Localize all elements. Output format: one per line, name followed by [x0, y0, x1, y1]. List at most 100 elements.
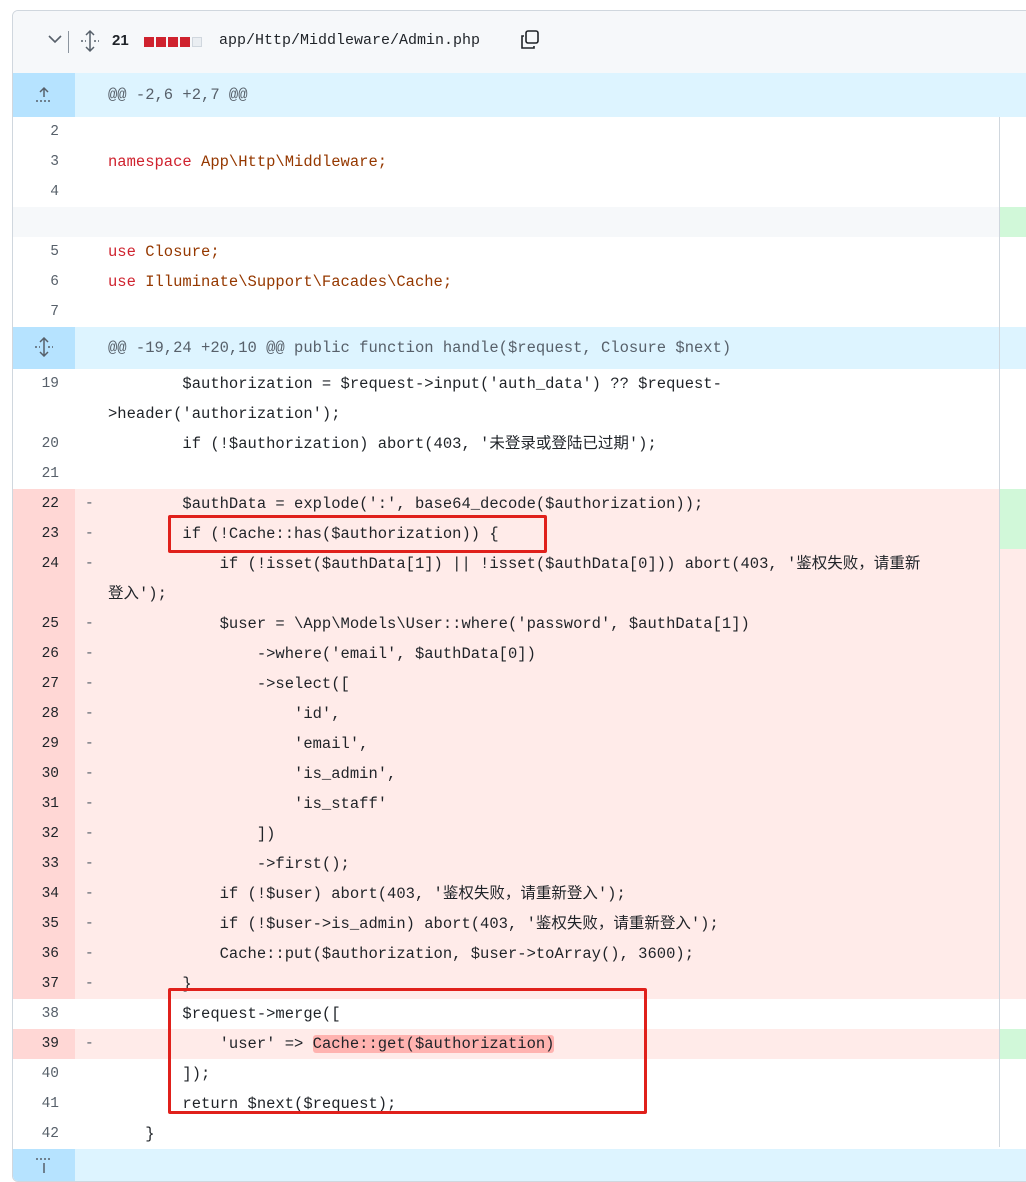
code-text: ->select([ — [108, 675, 350, 693]
hunk-header: @@ -19,24 +20,10 @@ public function hand… — [13, 327, 1026, 369]
line-number[interactable]: 24 — [13, 549, 75, 609]
deleted-line: 32 - ]) — [13, 819, 1026, 849]
deleted-line: 29 - 'email', — [13, 729, 1026, 759]
diff-file-panel: 21 app/Http/Middleware/Admin.php @@ -2,6… — [12, 10, 1026, 1182]
code-line: 42 } — [13, 1119, 1026, 1149]
code-text: $authorization = $request->input('auth_d… — [108, 375, 722, 393]
line-number[interactable]: 42 — [13, 1119, 75, 1149]
deleted-line: 24 - if (!isset($authData[1]) || !isset(… — [13, 549, 1026, 609]
deletion-sign: - — [85, 706, 94, 722]
diffstat-deleted-block — [156, 37, 166, 47]
line-number[interactable]: 4 — [13, 177, 75, 207]
line-number[interactable]: 36 — [13, 939, 75, 969]
line-number[interactable]: 37 — [13, 969, 75, 999]
expand-down-icon[interactable] — [33, 1155, 55, 1175]
deletion-sign: - — [85, 766, 94, 782]
deleted-line: 27 - ->select([ — [13, 669, 1026, 699]
code-text: 'is_admin', — [108, 765, 397, 783]
line-number[interactable]: 6 — [13, 267, 75, 297]
line-number[interactable]: 5 — [13, 237, 75, 267]
annotation-box — [168, 988, 647, 1114]
line-number[interactable]: 19 — [13, 369, 75, 429]
code-text: 'id', — [108, 705, 341, 723]
code-keyword: use — [108, 273, 136, 291]
line-number[interactable]: 23 — [13, 519, 75, 549]
deleted-line: 26 - ->where('email', $authData[0]) — [13, 639, 1026, 669]
code-text-part: Illuminate\Support\Facades\Cache; — [135, 273, 453, 291]
blank-added-row — [13, 207, 1026, 237]
deleted-line: 36 - Cache::put($authorization, $user->t… — [13, 939, 1026, 969]
line-number[interactable]: 33 — [13, 849, 75, 879]
line-number[interactable]: 2 — [13, 117, 75, 147]
deletion-sign: - — [85, 796, 94, 812]
hunk-header-text: @@ -19,24 +20,10 @@ public function hand… — [108, 339, 732, 357]
line-number[interactable]: 40 — [13, 1059, 75, 1089]
code-keyword: use — [108, 243, 136, 261]
code-text: if (!$user->is_admin) abort(403, '鉴权失败，请… — [108, 915, 719, 933]
diffstat-deleted-block — [168, 37, 178, 47]
line-number[interactable]: 3 — [13, 147, 75, 177]
code-text-part: App\Http\Middleware; — [191, 153, 388, 171]
line-number[interactable]: 38 — [13, 999, 75, 1029]
code-line: 20 if (!$authorization) abort(403, '未登录或… — [13, 429, 1026, 459]
diffstat-neutral-block — [192, 37, 202, 47]
line-number[interactable]: 35 — [13, 909, 75, 939]
deletion-sign: - — [85, 916, 94, 932]
expand-up-icon[interactable] — [33, 85, 55, 105]
hunk-gutter[interactable] — [13, 327, 75, 369]
code-line: 2 — [13, 117, 1026, 147]
deleted-line: 34 - if (!$user) abort(403, '鉴权失败，请重新登入'… — [13, 879, 1026, 909]
code-text: if (!$user) abort(403, '鉴权失败，请重新登入'); — [108, 885, 626, 903]
line-number[interactable]: 41 — [13, 1089, 75, 1119]
code-text: Cache::put($authorization, $user->toArra… — [108, 945, 694, 963]
deleted-line: 33 - ->first(); — [13, 849, 1026, 879]
diffstat-deleted-block — [180, 37, 190, 47]
file-path-link[interactable]: app/Http/Middleware/Admin.php — [219, 32, 480, 49]
code-text-wrap: >header('authorization'); — [108, 405, 341, 423]
deleted-line: 30 - 'is_admin', — [13, 759, 1026, 789]
copy-icon[interactable] — [519, 29, 541, 51]
expand-all-icon[interactable] — [80, 29, 100, 53]
hunk-gutter[interactable] — [13, 1149, 75, 1181]
line-number[interactable]: 27 — [13, 669, 75, 699]
code-line: 6 use Illuminate\Support\Facades\Cache; — [13, 267, 1026, 297]
addition-cell — [1000, 1029, 1026, 1059]
code-text: } — [108, 1125, 155, 1143]
code-keyword: namespace — [108, 153, 192, 171]
deleted-line: 25 - $user = \App\Models\User::where('pa… — [13, 609, 1026, 639]
line-number[interactable]: 29 — [13, 729, 75, 759]
hunk-header-text: @@ -2,6 +2,7 @@ — [108, 86, 248, 104]
hunk-gutter[interactable] — [13, 73, 75, 117]
chevron-down-icon[interactable] — [47, 31, 63, 47]
header-divider — [68, 31, 69, 53]
line-number[interactable]: 28 — [13, 699, 75, 729]
line-number[interactable]: 20 — [13, 429, 75, 459]
line-number[interactable]: 25 — [13, 609, 75, 639]
code-text-wrap: 登入'); — [108, 585, 167, 603]
deletion-sign: - — [85, 646, 94, 662]
changes-count: 21 — [112, 32, 129, 49]
code-line: 21 — [13, 459, 1026, 489]
line-number[interactable]: 39 — [13, 1029, 75, 1059]
code-text: ->where('email', $authData[0]) — [108, 645, 536, 663]
annotation-box — [168, 515, 547, 553]
line-number[interactable]: 7 — [13, 297, 75, 327]
line-number[interactable]: 26 — [13, 639, 75, 669]
deleted-line: 35 - if (!$user->is_admin) abort(403, '鉴… — [13, 909, 1026, 939]
deletion-sign: - — [85, 856, 94, 872]
deletion-sign: - — [85, 616, 94, 632]
line-number[interactable]: 31 — [13, 789, 75, 819]
code-line: 7 — [13, 297, 1026, 327]
addition-cell — [1000, 489, 1026, 549]
hunk-footer — [13, 1149, 1026, 1181]
expand-both-icon[interactable] — [33, 337, 55, 357]
line-number[interactable]: 22 — [13, 489, 75, 519]
deletion-sign: - — [85, 556, 94, 572]
line-number[interactable]: 32 — [13, 819, 75, 849]
deletion-sign: - — [85, 976, 94, 992]
line-number[interactable]: 30 — [13, 759, 75, 789]
line-number[interactable]: 21 — [13, 459, 75, 489]
line-number[interactable]: 34 — [13, 879, 75, 909]
code-text: $user = \App\Models\User::where('passwor… — [108, 615, 750, 633]
diffstat-deleted-block — [144, 37, 154, 47]
